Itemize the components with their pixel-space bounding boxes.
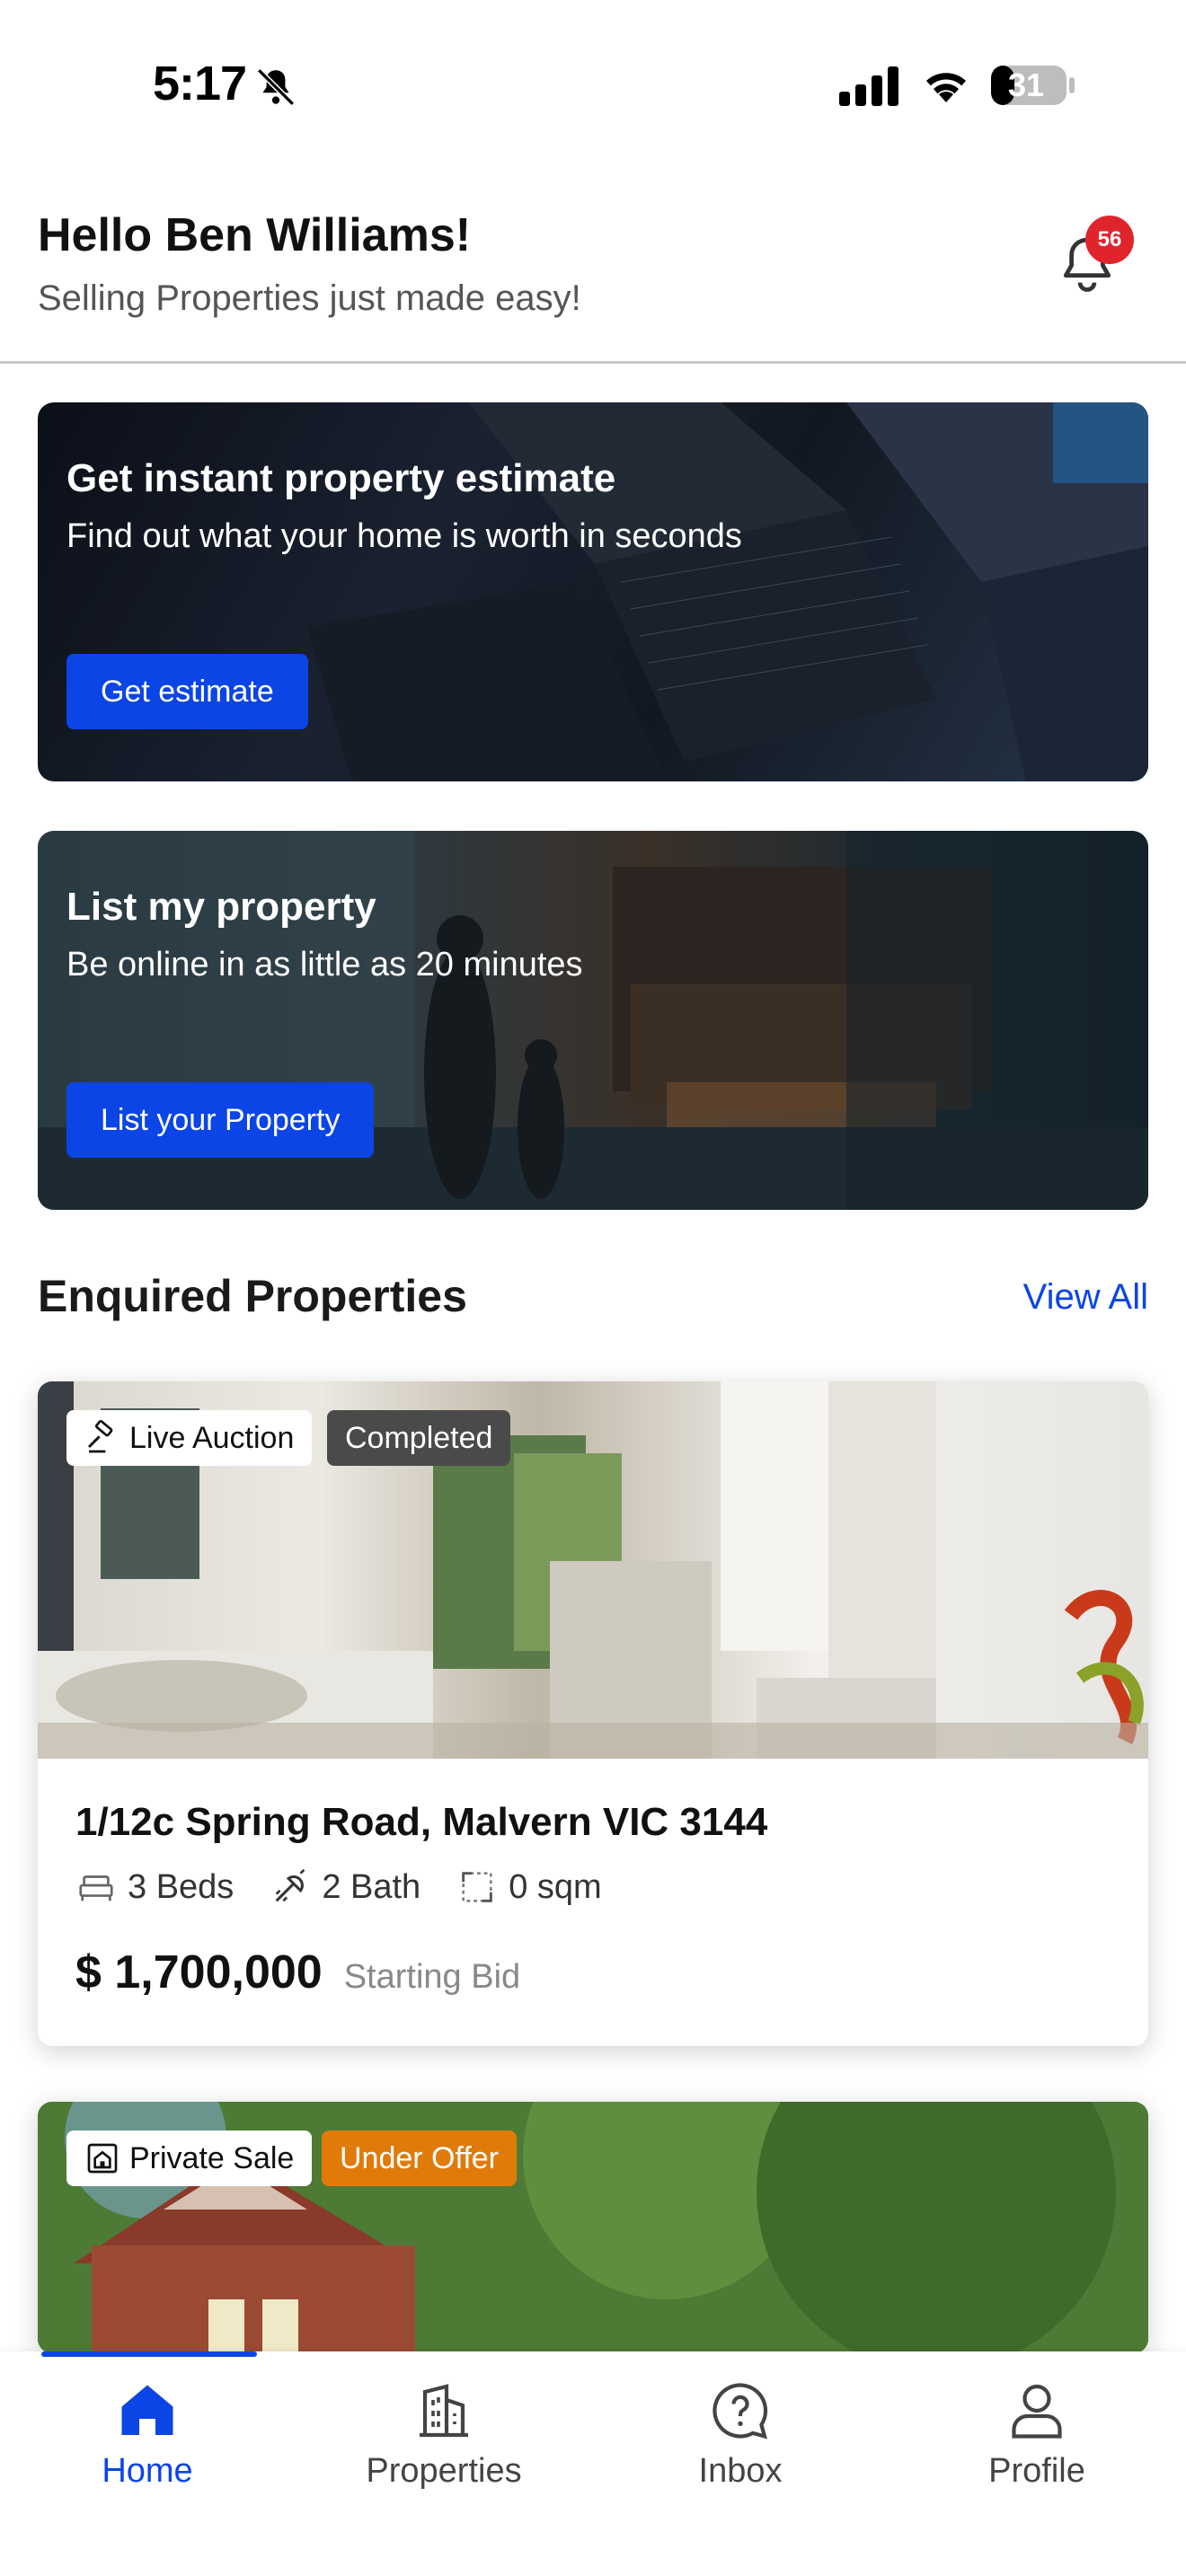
property-address: 1/12c Spring Road, Malvern VIC 3144 <box>75 1800 768 1844</box>
house-icon <box>87 2143 118 2174</box>
area-label: 0 sqm <box>509 1867 602 1906</box>
bath-feature: 2 Bath <box>270 1866 420 1908</box>
bed-icon <box>79 1875 113 1901</box>
property-price: $ 1,700,000 <box>75 1946 323 1998</box>
area-icon <box>462 1872 492 1902</box>
battery-level: 31 <box>1008 66 1045 103</box>
estimate-promo-title: Get instant property estimate <box>66 456 616 500</box>
beds-feature: 3 Beds <box>75 1866 234 1908</box>
property-photo: Private Sale Under Offer <box>38 2102 1148 2353</box>
status-label: Under Offer <box>340 2140 500 2175</box>
status-tag: Under Offer <box>322 2130 518 2186</box>
sale-type-label: Live Auction <box>129 1420 295 1455</box>
beds-label: 3 Beds <box>128 1867 235 1906</box>
list-property-promo-card: List my property Be online in as little … <box>38 831 1148 1210</box>
property-card[interactable]: Live Auction Completed 1/12c Spring Road… <box>38 1381 1148 2046</box>
list-promo-title: List my property <box>66 885 376 929</box>
price-note: Starting Bid <box>343 1958 521 1996</box>
nav-profile[interactable]: Profile <box>929 2378 1145 2491</box>
sale-type-label: Private Sale <box>129 2140 295 2175</box>
bath-label: 2 Bath <box>322 1867 421 1906</box>
list-promo-subtitle: Be online in as little as 20 minutes <box>66 946 583 984</box>
nav-profile-label: Profile <box>988 2452 1085 2490</box>
greeting-title: Hello Ben Williams! <box>38 209 472 261</box>
building-icon <box>420 2384 468 2438</box>
estimate-promo-subtitle: Find out what your home is worth in seco… <box>66 517 742 555</box>
status-label: Completed <box>345 1420 493 1455</box>
nav-inbox[interactable]: Inbox <box>633 2378 848 2491</box>
view-all-link[interactable]: View All <box>1023 1277 1148 1318</box>
greeting-subtitle: Selling Properties just made easy! <box>38 278 581 318</box>
property-card[interactable]: Private Sale Under Offer <box>38 2102 1148 2353</box>
wifi-icon <box>926 73 966 102</box>
property-photo: Live Auction Completed <box>38 1381 1148 1759</box>
sale-type-tag: Live Auction <box>66 1410 313 1466</box>
nav-home-label: Home <box>102 2452 193 2490</box>
get-estimate-button[interactable]: Get estimate <box>66 654 308 729</box>
user-icon <box>1012 2384 1062 2439</box>
header-divider <box>0 361 1186 364</box>
nav-inbox-label: Inbox <box>698 2452 783 2490</box>
active-tab-indicator <box>41 2351 257 2357</box>
price-row: $ 1,700,000 Starting Bid <box>75 1945 520 1999</box>
nav-properties-label: Properties <box>366 2452 522 2490</box>
bottom-navigation: Home Properties Inbox Profile <box>0 2351 1186 2576</box>
auction-gavel-icon <box>87 1420 113 1453</box>
status-tag: Completed <box>327 1410 511 1466</box>
chat-question-icon <box>712 2383 768 2439</box>
notification-count-badge[interactable]: 56 <box>1085 216 1134 264</box>
list-property-button[interactable]: List your Property <box>66 1082 375 1158</box>
home-icon <box>121 2385 173 2435</box>
nav-home[interactable]: Home <box>40 2378 255 2491</box>
status-time: 5:17 <box>153 57 247 110</box>
area-feature: 0 sqm <box>456 1866 602 1908</box>
sale-type-tag: Private Sale <box>66 2130 313 2186</box>
property-features: 3 Beds 2 Bath 0 sqm <box>75 1866 602 1908</box>
bell-muted-icon <box>257 68 295 106</box>
nav-properties[interactable]: Properties <box>336 2378 552 2491</box>
cellular-signal-icon <box>839 66 898 106</box>
shower-icon <box>275 1868 305 1902</box>
enquired-properties-title: Enquired Properties <box>38 1271 467 1321</box>
estimate-promo-card: Get instant property estimate Find out w… <box>38 402 1148 781</box>
